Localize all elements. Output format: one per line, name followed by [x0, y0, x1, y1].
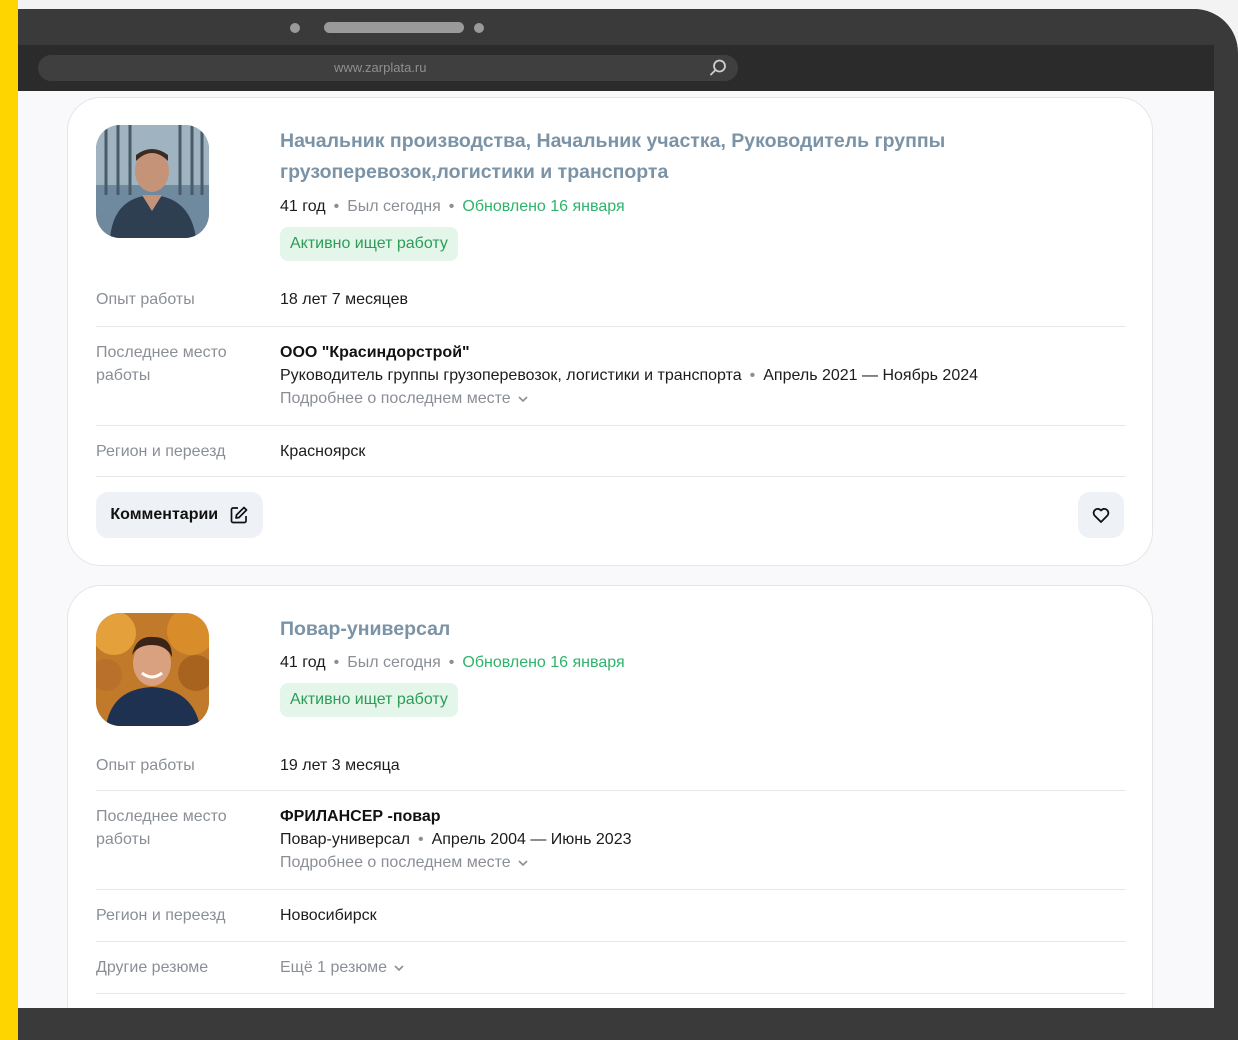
region-label: Регион и переезд [96, 443, 226, 460]
last-job-label: Последнее место работы [96, 344, 227, 384]
region-value: Новосибирск [280, 907, 377, 924]
heart-icon[interactable] [1078, 492, 1124, 538]
resume-meta: 41 год • Был сегодня • Обновлено 16 января [280, 654, 625, 671]
chevron-down-icon[interactable] [517, 859, 529, 867]
last-job-company: ООО "Красиндорстрой" [280, 344, 470, 361]
chevron-down-icon[interactable] [517, 395, 529, 403]
experience-value: 19 лет 3 месяца [280, 757, 400, 774]
resume-card: Начальник производства, Начальник участк… [67, 97, 1153, 566]
resume-title[interactable]: Начальник производства, Начальник участк… [280, 126, 1040, 188]
divider [96, 326, 1126, 327]
browser-bar: www.zarplata.ru [18, 45, 1214, 91]
other-resumes-link[interactable]: Ещё 1 резюме [280, 956, 405, 979]
last-seen: Был сегодня [347, 198, 441, 215]
sensor-dot [474, 23, 484, 33]
chevron-down-icon[interactable] [393, 964, 405, 972]
age: 41 год [280, 654, 326, 671]
divider [96, 889, 1126, 890]
last-job-position: Повар-универсал [280, 831, 410, 848]
other-resumes-label: Другие резюме [96, 959, 209, 976]
last-job-period: Апрель 2021 — Ноябрь 2024 [763, 367, 979, 384]
resume-meta: 41 год • Был сегодня • Обновлено 16 января [280, 198, 625, 215]
last-job-details: Повар-универсал • Апрель 2004 — Июнь 2023 [280, 831, 632, 848]
favorite-button[interactable] [1078, 492, 1124, 538]
experience-value: 18 лет 7 месяцев [280, 291, 409, 308]
divider [96, 476, 1126, 477]
camera-dot [290, 23, 300, 33]
divider [96, 993, 1126, 994]
last-job-more-link[interactable]: Подробнее о последнем месте [280, 851, 632, 874]
page-viewport: Начальник производства, Начальник участк… [18, 91, 1214, 1008]
age: 41 год [280, 198, 326, 215]
avatar[interactable] [96, 125, 209, 238]
resume-title[interactable]: Повар-универсал [280, 614, 1040, 645]
divider [96, 425, 1126, 426]
last-job-more-link[interactable]: Подробнее о последнем месте [280, 387, 978, 410]
edit-icon[interactable] [229, 505, 249, 525]
last-job-value: ООО "Красиндорстрой" Руководитель группы… [280, 341, 978, 410]
last-job-label: Последнее место работы [96, 808, 227, 848]
experience-label: Опыт работы [96, 291, 195, 308]
region-label: Регион и переезд [96, 907, 226, 924]
comments-button[interactable]: Комментарии [96, 492, 263, 538]
divider [96, 790, 1126, 791]
device-bottom-bezel [18, 1008, 1238, 1040]
last-job-more-label[interactable]: Подробнее о последнем месте [280, 390, 511, 407]
last-job-period: Апрель 2004 — Июнь 2023 [431, 831, 632, 848]
updated-date: Обновлено 16 января [462, 654, 625, 671]
status-badge: Активно ищет работу [280, 683, 458, 717]
speaker-slot [324, 22, 464, 33]
last-job-company: ФРИЛАНСЕР -повар [280, 808, 441, 825]
region-value: Красноярск [280, 443, 366, 460]
last-job-value: ФРИЛАНСЕР -повар Повар-универсал • Апрель … [280, 805, 632, 874]
search-icon[interactable] [708, 58, 728, 78]
last-job-more-label[interactable]: Подробнее о последнем месте [280, 854, 511, 871]
other-resumes-value[interactable]: Ещё 1 резюме [280, 959, 387, 976]
address-bar[interactable]: www.zarplata.ru [38, 55, 738, 81]
avatar[interactable] [96, 613, 209, 726]
status-badge: Активно ищет работу [280, 227, 458, 261]
updated-date: Обновлено 16 января [462, 198, 625, 215]
divider [96, 941, 1126, 942]
url-text[interactable]: www.zarplata.ru [334, 60, 426, 75]
comments-label[interactable]: Комментарии [110, 506, 218, 523]
last-seen: Был сегодня [347, 654, 441, 671]
last-job-details: Руководитель группы грузоперевозок, логи… [280, 367, 979, 384]
experience-label: Опыт работы [96, 757, 195, 774]
brand-stripe [0, 0, 18, 1040]
resume-card: Повар-универсал 41 год • Был сегодня • Обнов… [67, 585, 1153, 1008]
last-job-position: Руководитель группы грузоперевозок, логи… [280, 367, 742, 384]
device-frame: www.zarplata.ru Начальник производства, … [18, 9, 1238, 1040]
device-top-bezel [18, 9, 1238, 45]
